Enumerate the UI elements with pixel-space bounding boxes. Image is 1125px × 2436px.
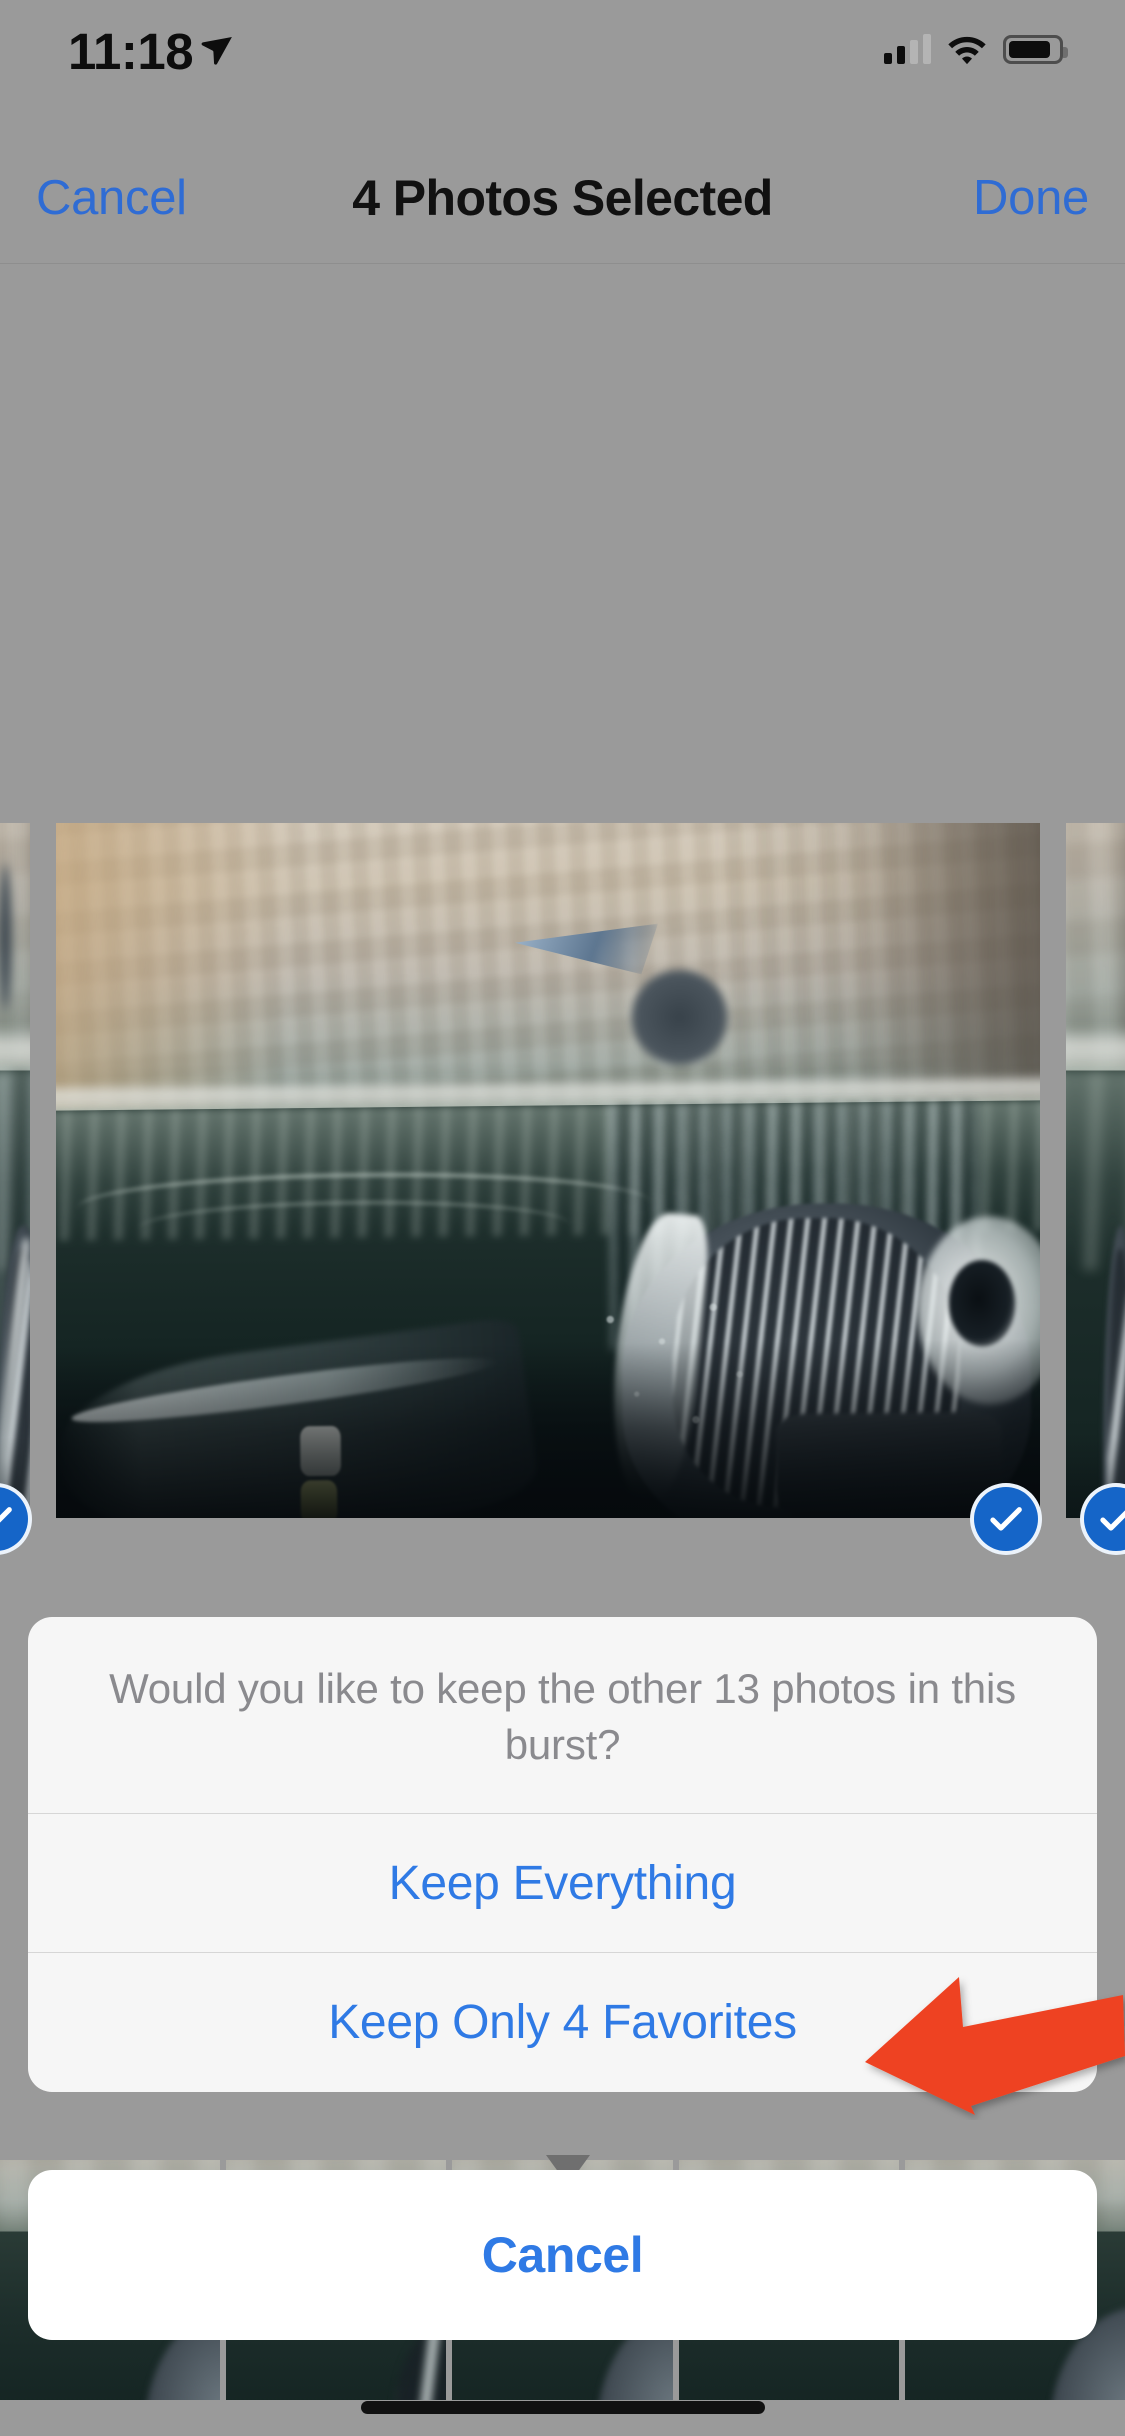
nav-title: 4 Photos Selected (352, 170, 773, 226)
action-sheet-cancel-button[interactable]: Cancel (28, 2170, 1097, 2340)
action-sheet-header: Would you like to keep the other 13 phot… (28, 1617, 1097, 1814)
home-indicator[interactable] (360, 2401, 765, 2414)
keep-everything-button[interactable]: Keep Everything (28, 1814, 1097, 1953)
burst-photo-current[interactable] (56, 823, 1040, 1518)
checkmark-icon (1100, 1510, 1125, 1531)
action-sheet-cancel-label: Cancel (481, 2227, 644, 2283)
burst-photo-strip[interactable] (0, 823, 1125, 1518)
cellular-signal-icon (884, 34, 931, 64)
selection-checkmark-badge-current[interactable] (970, 1483, 1042, 1555)
wifi-icon (948, 36, 986, 65)
checkmark-icon (990, 1507, 1022, 1531)
status-bar: 11:18 (0, 0, 1125, 132)
battery-icon (1003, 34, 1068, 64)
keep-only-favorites-button[interactable]: Keep Only 4 Favorites (28, 1953, 1097, 2092)
burst-photo-previous[interactable] (0, 823, 30, 1518)
status-bar-time: 11:18 (68, 23, 194, 80)
location-arrow-icon (201, 37, 232, 65)
action-sheet-message: Would you like to keep the other 13 phot… (109, 1665, 1016, 1768)
iphone-screen: 11:18 Cancel 4 Photos Selected Done Woul… (0, 0, 1125, 2436)
burst-photo-next[interactable] (1066, 823, 1125, 1518)
navigation-bar: Cancel 4 Photos Selected Done (0, 132, 1125, 264)
checkmark-icon (0, 1507, 12, 1523)
nav-done-button[interactable]: Done (973, 132, 1089, 264)
action-sheet: Would you like to keep the other 13 phot… (28, 1617, 1097, 2092)
status-bar-indicators (884, 28, 1068, 70)
